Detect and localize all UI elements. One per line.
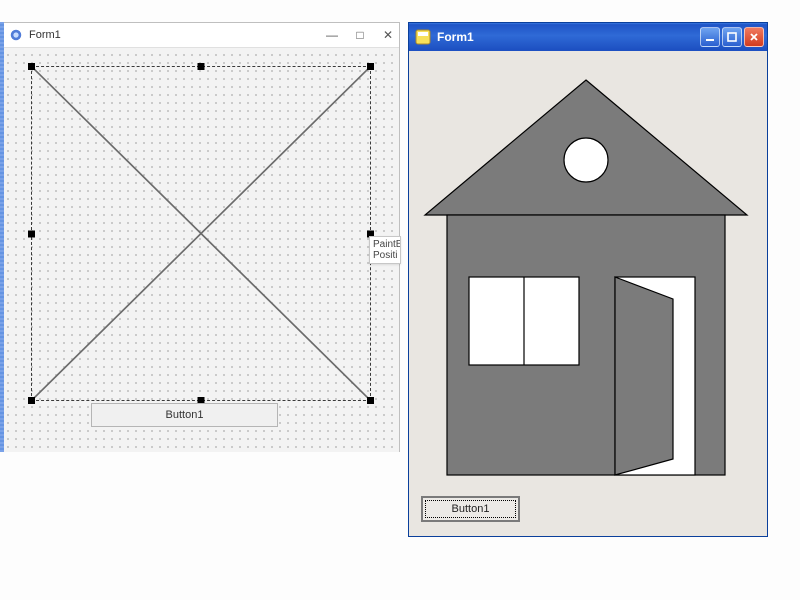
resize-handle-nw[interactable] (28, 63, 35, 70)
designer-window: Form1 — □ ✕ PaintB Positi Butto (0, 22, 400, 452)
minimize-button[interactable]: — (325, 28, 339, 42)
runtime-titlebar[interactable]: Form1 (409, 23, 767, 51)
button1-design-label: Button1 (166, 409, 204, 421)
paintbox-component[interactable] (31, 66, 371, 401)
house-door (615, 277, 673, 475)
designer-client-area[interactable]: PaintB Positi Button1 (1, 48, 399, 452)
hint-line-2: Positi (373, 250, 397, 261)
resize-handle-w[interactable] (28, 230, 35, 237)
placeholder-x-icon (32, 67, 370, 400)
runtime-title: Form1 (437, 30, 697, 44)
property-hint-tooltip: PaintB Positi (369, 236, 401, 264)
maximize-button[interactable]: □ (353, 28, 367, 42)
resize-handle-se[interactable] (367, 397, 374, 404)
runtime-system-buttons (697, 25, 767, 49)
designer-title: Form1 (29, 29, 325, 41)
designer-system-buttons: — □ ✕ (325, 28, 399, 42)
close-button[interactable]: ✕ (381, 28, 395, 42)
edge-decoration (0, 22, 4, 452)
runtime-window: Form1 (408, 22, 768, 537)
button1-runtime[interactable]: Button1 (421, 496, 520, 522)
button1-runtime-label: Button1 (452, 503, 490, 515)
runtime-client-area: Button1 (409, 51, 767, 536)
hint-line-1: PaintB (373, 239, 397, 250)
resize-handle-sw[interactable] (28, 397, 35, 404)
maximize-button[interactable] (722, 27, 742, 47)
house-drawing (417, 55, 755, 485)
resize-handle-n[interactable] (198, 63, 205, 70)
designer-titlebar[interactable]: Form1 — □ ✕ (1, 23, 399, 48)
app-icon (9, 28, 23, 42)
minimize-button[interactable] (700, 27, 720, 47)
app-icon (415, 29, 431, 45)
close-button[interactable] (744, 27, 764, 47)
house-attic-window (564, 138, 608, 182)
resize-handle-ne[interactable] (367, 63, 374, 70)
button1-design[interactable]: Button1 (91, 403, 278, 427)
